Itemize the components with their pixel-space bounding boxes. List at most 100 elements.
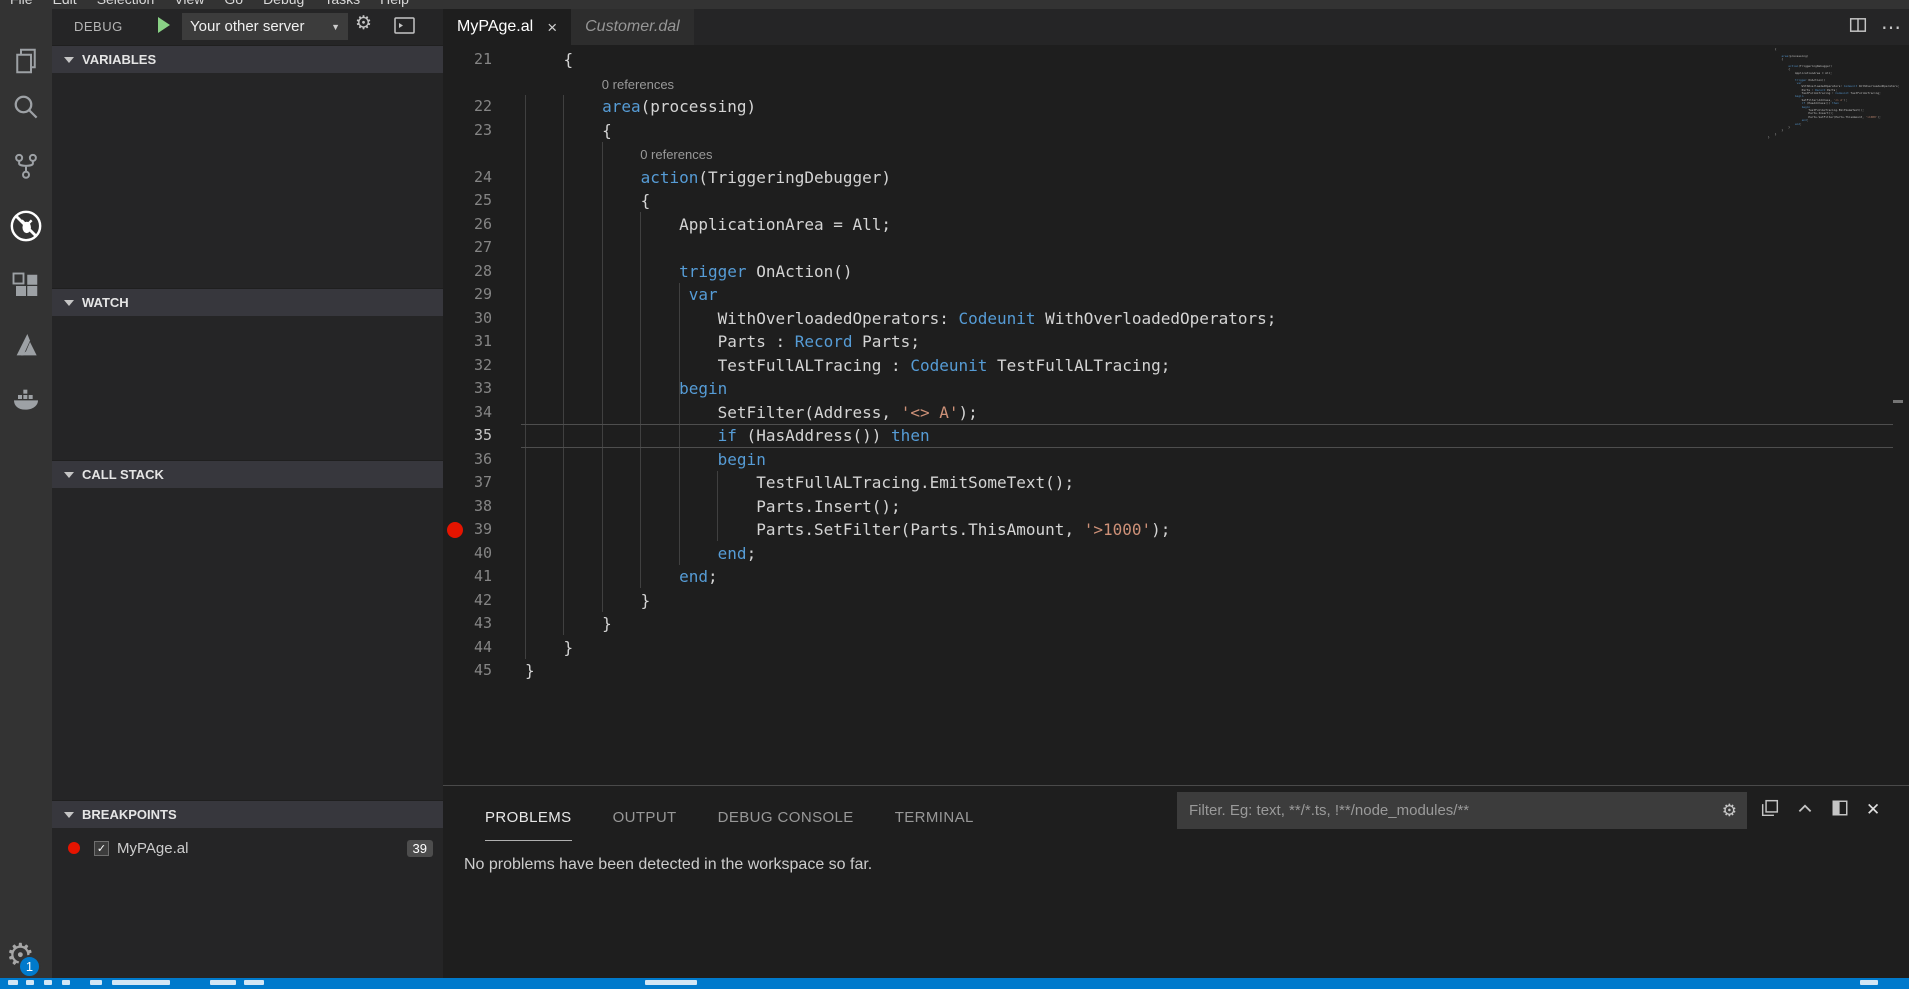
- menu-file[interactable]: File: [0, 0, 43, 7]
- line-number: 21: [465, 48, 492, 72]
- gutter[interactable]: [443, 142, 525, 166]
- code-text: TestFullALTracing : Codeunit TestFullALT…: [525, 354, 1170, 378]
- line-number: 33: [465, 377, 492, 401]
- code-line: 37 TestFullALTracing.EmitSomeText();: [443, 471, 1909, 495]
- tab-customer-dal[interactable]: Customer.dal: [571, 9, 694, 45]
- code-line: 21 {: [443, 48, 1909, 72]
- gutter[interactable]: 33: [443, 377, 525, 401]
- tab-label: Customer.dal: [585, 18, 680, 36]
- menu-debug[interactable]: Debug: [253, 0, 314, 7]
- panel-tab-debug-console[interactable]: DEBUG CONSOLE: [718, 809, 854, 841]
- gutter[interactable]: 39: [443, 518, 525, 542]
- minimap-content: { area(processing) { action(TriggeringDe…: [1768, 48, 1902, 140]
- gutter[interactable]: 21: [443, 48, 525, 72]
- docker-icon[interactable]: [0, 377, 52, 421]
- code-line: 40 end;: [443, 542, 1909, 566]
- gutter[interactable]: 37: [443, 471, 525, 495]
- gutter[interactable]: 30: [443, 307, 525, 331]
- line-number: 23: [465, 119, 492, 143]
- breakpoint-dot-icon[interactable]: [447, 522, 463, 538]
- gutter[interactable]: 25: [443, 189, 525, 213]
- source-control-icon[interactable]: [0, 144, 52, 188]
- extensions-icon[interactable]: [0, 264, 52, 308]
- close-panel-icon[interactable]: ✕: [1866, 800, 1880, 820]
- panel-tabs: PROBLEMS OUTPUT DEBUG CONSOLE TERMINAL: [485, 809, 974, 841]
- debug-config-dropdown[interactable]: Your other server ▼: [182, 13, 348, 40]
- gutter[interactable]: 42: [443, 589, 525, 613]
- call-stack-section-header[interactable]: CALL STACK: [52, 460, 443, 488]
- gutter[interactable]: 34: [443, 401, 525, 425]
- line-number: 30: [465, 307, 492, 331]
- debug-icon[interactable]: [0, 204, 52, 248]
- azure-icon[interactable]: [0, 324, 52, 368]
- gutter[interactable]: 44: [443, 636, 525, 660]
- gutter[interactable]: 32: [443, 354, 525, 378]
- gutter[interactable]: 27: [443, 236, 525, 260]
- gutter[interactable]: 45: [443, 659, 525, 683]
- line-number: 28: [465, 260, 492, 284]
- menu-edit[interactable]: Edit: [43, 0, 87, 7]
- panel-tab-terminal[interactable]: TERMINAL: [895, 809, 974, 841]
- split-editor-icon[interactable]: [1849, 16, 1867, 39]
- filter-icon[interactable]: ⚙: [1722, 801, 1737, 821]
- explorer-icon[interactable]: [0, 39, 52, 83]
- code-line: 24 action(TriggeringDebugger): [443, 166, 1909, 190]
- menu-tasks[interactable]: Tasks: [314, 0, 370, 7]
- line-number: 44: [465, 636, 492, 660]
- breakpoint-checkbox[interactable]: ✓: [94, 841, 109, 856]
- gutter[interactable]: 36: [443, 448, 525, 472]
- menu-go[interactable]: Go: [214, 0, 253, 7]
- search-icon[interactable]: [0, 85, 52, 129]
- breakpoint-list-item[interactable]: ✓ MyPAge.al 39: [52, 834, 443, 862]
- gutter[interactable]: 35: [443, 424, 525, 448]
- line-number: 41: [465, 565, 492, 589]
- settings-badge: 1: [18, 955, 41, 978]
- watch-section-header[interactable]: WATCH: [52, 288, 443, 316]
- gutter[interactable]: 40: [443, 542, 525, 566]
- gutter[interactable]: 26: [443, 213, 525, 237]
- status-glyph: [112, 980, 170, 985]
- maximize-panel-icon[interactable]: [1796, 799, 1814, 822]
- code-editor[interactable]: 21 {0 references22 area(processing)23 {0…: [443, 45, 1909, 785]
- menu-help[interactable]: Help: [370, 0, 419, 7]
- minimap[interactable]: { area(processing) { action(TriggeringDe…: [1768, 48, 1902, 158]
- code-line: 28 trigger OnAction(): [443, 260, 1909, 284]
- panel-layout-icon[interactable]: [1831, 799, 1849, 822]
- line-number: 38: [465, 495, 492, 519]
- gutter[interactable]: 41: [443, 565, 525, 589]
- gutter[interactable]: 22: [443, 95, 525, 119]
- menu-view[interactable]: View: [164, 0, 214, 7]
- configure-gear-button[interactable]: ⚙: [355, 12, 372, 35]
- code-line: 34 SetFilter(Address, '<> A');: [443, 401, 1909, 425]
- gutter[interactable]: 29: [443, 283, 525, 307]
- gutter[interactable]: 43: [443, 612, 525, 636]
- codelens-references[interactable]: 0 references: [525, 73, 674, 97]
- debug-console-toggle-button[interactable]: [394, 17, 415, 39]
- restore-panels-icon[interactable]: [1761, 799, 1779, 822]
- menu-selection[interactable]: Selection: [87, 0, 165, 7]
- codelens-references[interactable]: 0 references: [525, 143, 712, 167]
- start-debug-button[interactable]: [158, 17, 170, 33]
- close-icon[interactable]: ×: [547, 19, 557, 36]
- gutter[interactable]: 38: [443, 495, 525, 519]
- status-bar[interactable]: [0, 978, 1909, 989]
- gutter[interactable]: 23: [443, 119, 525, 143]
- problems-filter-box: ⚙: [1177, 792, 1747, 829]
- tab-mypage-al[interactable]: MyPAge.al ×: [443, 9, 571, 45]
- gutter[interactable]: 31: [443, 330, 525, 354]
- more-actions-icon[interactable]: ⋯: [1881, 15, 1901, 40]
- debug-sidebar: DEBUG Your other server ▼ ⚙ VARIABLES WA…: [52, 9, 443, 978]
- variables-section-header[interactable]: VARIABLES: [52, 45, 443, 73]
- problems-filter-input[interactable]: [1177, 802, 1722, 819]
- code-line: 27: [443, 236, 1909, 260]
- call-stack-section-title: CALL STACK: [82, 467, 164, 482]
- gutter[interactable]: [443, 72, 525, 96]
- gutter[interactable]: 28: [443, 260, 525, 284]
- code-text: }: [525, 589, 650, 613]
- gutter[interactable]: 24: [443, 166, 525, 190]
- twistie-icon: [64, 812, 74, 818]
- breakpoints-section-header[interactable]: BREAKPOINTS: [52, 800, 443, 828]
- panel-tab-problems[interactable]: PROBLEMS: [485, 809, 572, 841]
- bottom-panel: PROBLEMS OUTPUT DEBUG CONSOLE TERMINAL ⚙: [443, 785, 1909, 978]
- panel-tab-output[interactable]: OUTPUT: [613, 809, 677, 841]
